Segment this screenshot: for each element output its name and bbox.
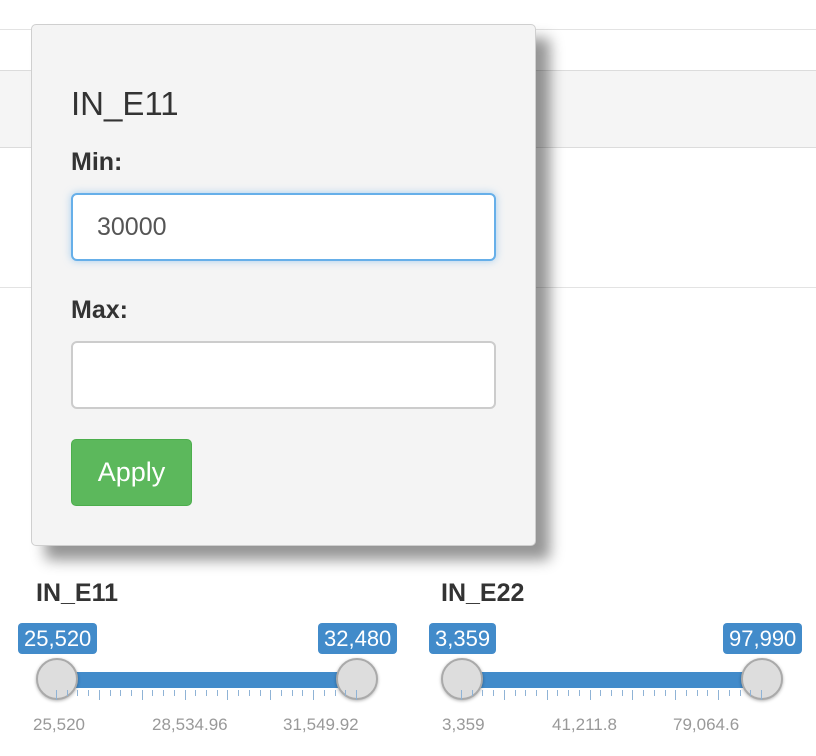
slider-tick [120, 690, 122, 696]
slider-tick [323, 690, 325, 696]
slider-tick [643, 690, 645, 696]
slider-tick [248, 690, 250, 696]
slider-tick [259, 690, 261, 696]
slider-tick [578, 690, 580, 696]
range-slider-in-e11: IN_E11 25,520 32,480 25,520 28,534.96 31… [18, 578, 398, 748]
slider-tick [66, 690, 68, 696]
slider-tick [675, 690, 677, 700]
slider-tick [600, 690, 602, 696]
slider-ticks [441, 690, 801, 702]
slider-tick [291, 690, 293, 696]
slider-tick [281, 690, 282, 696]
slider-tick [238, 690, 240, 696]
slider-tick [173, 690, 175, 696]
slider-tick [621, 690, 623, 696]
slider-tick [589, 690, 591, 700]
slider-grid-label: 31,549.92 [283, 715, 359, 734]
slider-tick [152, 690, 154, 696]
slider-tick [313, 690, 315, 700]
slider-tick [98, 690, 100, 700]
popover-title: IN_E11 [71, 85, 179, 122]
slider-selected-range [461, 672, 761, 688]
slider-tick [109, 690, 111, 696]
slider-tick [557, 690, 559, 696]
slider-grid-label: 25,520 [33, 715, 85, 734]
slider-tick [503, 690, 505, 700]
slider-tick [345, 690, 347, 696]
slider-tick [482, 690, 484, 696]
slider-max-value: 97,990 [723, 623, 803, 654]
slider-selected-range [56, 672, 356, 688]
slider-min-value: 25,520 [18, 623, 98, 654]
max-label: Max: [71, 296, 128, 324]
slider-tick [750, 690, 752, 696]
slider-grid-label: 41,211.8 [552, 715, 617, 734]
min-input[interactable] [71, 193, 496, 261]
slider-grid-label: 79,064.6 [673, 715, 740, 734]
slider-tick [77, 690, 79, 696]
slider-tick [611, 690, 612, 696]
slider-tick [707, 690, 709, 696]
slider-tick [739, 690, 741, 696]
slider-tick [493, 690, 495, 696]
slider-tick [525, 690, 527, 696]
slider-tick [195, 690, 197, 696]
slider-min-value: 3,359 [429, 623, 497, 654]
slider-tick [568, 690, 570, 696]
slider-ticks [36, 690, 396, 702]
range-slider-in-e22: IN_E22 3,359 97,990 3,359 41,211.8 79,06… [429, 578, 803, 748]
slider-max-value: 32,480 [318, 623, 398, 654]
filter-popover: IN_E11 Min: Max: Apply [31, 24, 536, 546]
slider-tick [536, 690, 537, 696]
slider-tick [216, 690, 218, 696]
apply-button[interactable]: Apply [71, 439, 192, 506]
slider-tick [141, 690, 143, 700]
slider-tick [632, 690, 634, 700]
slider-tick [356, 690, 357, 700]
slider-grid-label: 28,534.96 [152, 715, 228, 734]
slider-label: IN_E22 [441, 579, 525, 607]
min-label: Min: [71, 148, 123, 176]
slider-grid-label: 3,359 [442, 715, 485, 734]
slider-tick [718, 690, 720, 700]
slider-tick [728, 690, 730, 696]
slider-tick [56, 690, 57, 700]
slider-tick [653, 690, 655, 696]
slider-tick [546, 690, 548, 700]
slider-tick [270, 690, 272, 700]
slider-tick [696, 690, 698, 696]
slider-tick [163, 690, 165, 696]
slider-tick [131, 690, 132, 696]
slider-tick [461, 690, 462, 700]
slider-tick [227, 690, 229, 700]
slider-tick [514, 690, 516, 696]
max-input[interactable] [71, 341, 496, 409]
slider-tick [184, 690, 186, 700]
slider-tick [686, 690, 687, 696]
slider-tick [206, 690, 207, 696]
slider-tick [88, 690, 90, 696]
slider-tick [761, 690, 762, 700]
slider-tick [664, 690, 666, 696]
slider-label: IN_E11 [36, 579, 119, 607]
slider-tick [302, 690, 304, 696]
slider-tick [334, 690, 336, 696]
slider-tick [471, 690, 473, 696]
